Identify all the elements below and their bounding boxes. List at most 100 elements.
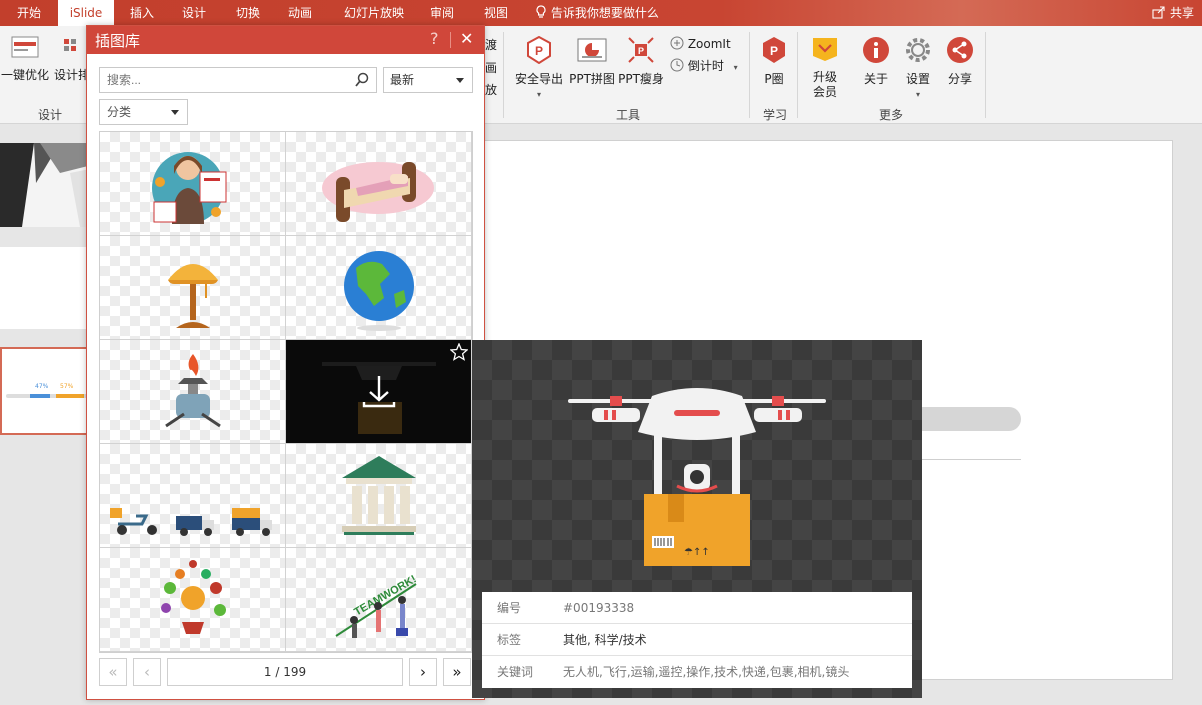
search-icon[interactable] <box>354 72 370 91</box>
ribbon-separator <box>749 32 750 118</box>
last-page-button[interactable]: » <box>443 658 471 686</box>
tab-transitions[interactable]: 切换 <box>226 0 270 26</box>
animation-button-partial[interactable]: 画 <box>485 59 497 77</box>
lamp-illustration <box>168 264 218 328</box>
page-indicator[interactable]: 1 / 199 <box>167 658 403 686</box>
upgrade-label-2: 会员 <box>812 85 837 99</box>
about-button[interactable]: 关于 <box>857 36 895 87</box>
svg-text:P: P <box>638 46 644 56</box>
tab-view[interactable]: 视图 <box>474 0 518 26</box>
illustration-item-office-woman[interactable] <box>100 132 286 236</box>
ribbon-separator <box>503 32 504 118</box>
safe-export-button[interactable]: P 安全导出 ▾ <box>512 35 566 102</box>
zoomit-button[interactable]: ZoomIt <box>670 35 731 53</box>
ppt-collage-button[interactable]: PPT拼图 <box>568 36 616 87</box>
illustration-item-drone-selected[interactable] <box>286 340 472 444</box>
panel-header: 插图库 ? ✕ <box>87 26 484 54</box>
chevron-down-icon: ▾ <box>733 63 738 72</box>
illustration-item-delivery-vehicles[interactable] <box>100 444 286 548</box>
teamwork-illustration: TEAMWORK! <box>335 573 419 638</box>
tab-review[interactable]: 审阅 <box>420 0 464 26</box>
about-label: 关于 <box>863 72 888 86</box>
close-icon[interactable]: ✕ <box>460 29 473 48</box>
ppt-collage-label: PPT拼图 <box>569 72 615 86</box>
id-value: #00193338 <box>563 601 635 615</box>
progress-bar-shape[interactable] <box>911 407 1021 431</box>
drone-dimmed-illustration <box>322 362 436 434</box>
illustration-grid: TEAMWORK! <box>99 131 473 653</box>
upgrade-label-1: 升级 <box>812 70 837 84</box>
optimize-icon <box>0 36 50 64</box>
help-icon[interactable]: ? <box>430 29 439 48</box>
safe-export-icon: P <box>512 35 566 68</box>
svg-text:☂↑↑: ☂↑↑ <box>684 547 710 558</box>
gear-icon <box>898 36 938 68</box>
keywords-key: 关键词 <box>497 665 534 679</box>
tab-insert[interactable]: 插入 <box>120 0 164 26</box>
p-garden-button[interactable]: P P圈 <box>755 36 793 87</box>
share-icon <box>1152 6 1170 20</box>
globe-illustration <box>344 251 414 331</box>
countdown-button[interactable]: 倒计时 ▾ <box>670 57 738 75</box>
illustration-library-panel: 插图库 ? ✕ 最新 分类 <box>86 25 485 700</box>
settings-button[interactable]: 设置 ▾ <box>898 36 938 102</box>
tab-islide[interactable]: iSlide <box>58 0 114 26</box>
drone-illustration-large: ☂↑↑ <box>568 388 826 566</box>
illustration-item-bed[interactable] <box>286 132 472 236</box>
category-value: 分类 <box>107 105 132 119</box>
thumb-label-1: 47% <box>35 383 49 390</box>
illustration-item-bank-building[interactable] <box>286 444 472 548</box>
illustration-item-teamwork[interactable]: TEAMWORK! <box>286 548 472 652</box>
chevron-down-icon <box>456 78 464 83</box>
upgrade-member-button[interactable]: 升级 会员 <box>805 36 845 100</box>
tell-me-search[interactable]: 告诉我你想要做什么 <box>535 0 659 26</box>
tab-design[interactable]: 设计 <box>172 0 216 26</box>
tab-animations[interactable]: 动画 <box>278 0 322 26</box>
chevron-down-icon <box>171 110 179 115</box>
tags-value: 其他, 科学/技术 <box>563 633 647 647</box>
share-ribbon-button[interactable]: 分享 <box>942 36 978 87</box>
p-hexagon-icon: P <box>755 36 793 68</box>
first-page-button[interactable]: « <box>99 658 127 686</box>
learn-group-label: 学习 <box>763 108 788 122</box>
design-group-label: 设计 <box>38 108 63 122</box>
slide-thumbnail[interactable] <box>0 143 100 227</box>
tab-home[interactable]: 开始 <box>6 0 52 26</box>
illustration-item-vegetables[interactable] <box>100 548 286 652</box>
one-click-optimize-button[interactable]: 一键优化 <box>0 36 50 83</box>
design-layout-label: 设计排 <box>53 68 90 82</box>
settings-label: 设置 <box>905 72 930 86</box>
next-page-button[interactable]: › <box>409 658 437 686</box>
prev-page-button[interactable]: ‹ <box>133 658 161 686</box>
gas-stove-illustration <box>165 354 221 428</box>
ppt-slim-button[interactable]: P PPT瘦身 <box>616 36 666 87</box>
svg-text:P: P <box>770 44 778 58</box>
info-row-keywords: 关键词 无人机,飞行,运输,遥控,操作,技术,快递,包裹,相机,镜头 <box>482 656 912 688</box>
illustration-item-globe[interactable] <box>286 236 472 340</box>
search-input[interactable] <box>99 67 377 93</box>
ppt-slim-label: PPT瘦身 <box>618 72 664 86</box>
slide-thumbnail-selected[interactable]: 47% 57% <box>0 347 100 435</box>
slide-thumbnail[interactable] <box>0 247 100 329</box>
progress-mini-chart <box>6 394 88 398</box>
building-photo <box>0 143 100 227</box>
divider-line <box>911 459 1021 460</box>
header-divider <box>450 32 451 48</box>
lightbulb-icon <box>535 5 551 20</box>
share-label: 共享 <box>1169 6 1194 20</box>
tell-me-label: 告诉我你想要做什么 <box>550 6 659 20</box>
illustration-item-gas-stove[interactable] <box>100 340 286 444</box>
transition-button-partial[interactable]: 渡 <box>485 36 497 54</box>
slideshow-button-partial[interactable]: 放 <box>485 81 497 99</box>
tools-group-label: 工具 <box>616 108 641 122</box>
pagination: « ‹ 1 / 199 › » <box>99 658 473 686</box>
tab-slideshow[interactable]: 幻灯片放映 <box>334 0 414 26</box>
share-button[interactable]: 共享 <box>1152 0 1194 26</box>
bank-building-illustration <box>342 456 416 535</box>
category-dropdown[interactable]: 分类 <box>99 99 188 125</box>
zoomit-label: ZoomIt <box>687 37 731 51</box>
ribbon-separator <box>985 32 986 118</box>
keywords-value: 无人机,飞行,运输,遥控,操作,技术,快递,包裹,相机,镜头 <box>563 665 850 679</box>
sort-dropdown[interactable]: 最新 <box>383 67 473 93</box>
illustration-item-lamp[interactable] <box>100 236 286 340</box>
